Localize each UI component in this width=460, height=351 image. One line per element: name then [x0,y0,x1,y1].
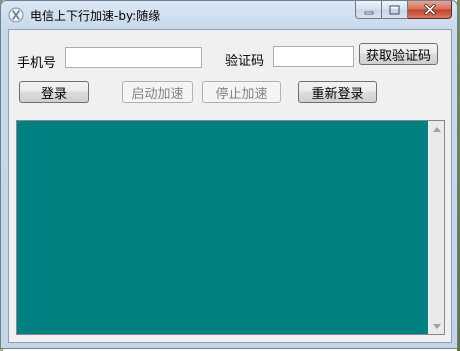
close-icon [423,0,436,19]
minimize-button[interactable] [355,1,382,19]
app-logo-icon [8,7,24,23]
relogin-button[interactable]: 重新登录 [298,81,377,103]
code-input[interactable] [273,46,354,67]
stop-accel-button[interactable]: 停止加速 [202,81,281,103]
log-area[interactable] [17,121,428,334]
phone-label: 手机号 [17,56,57,71]
vertical-scrollbar[interactable] [428,121,444,334]
get-code-button[interactable]: 获取验证码 [359,43,438,65]
title-bar[interactable]: 电信上下行加速-by:随缘 [1,1,457,29]
log-listbox[interactable] [16,120,445,335]
client-area: 手机号 验证码 获取验证码 登录 启动加速 停止加速 重新登录 [8,29,452,343]
maximize-button[interactable] [382,1,408,19]
caption-buttons [355,1,452,20]
desktop: 电信上下行加速-by:随缘 手机号 验证码 获取验证码 登录 启动加速 停止加速… [0,0,460,351]
login-button[interactable]: 登录 [19,81,89,103]
app-window: 电信上下行加速-by:随缘 手机号 验证码 获取验证码 登录 启动加速 停止加速… [0,0,458,349]
scroll-up-arrow-icon[interactable] [429,121,445,137]
window-title: 电信上下行加速-by:随缘 [30,9,161,23]
close-button[interactable] [408,1,452,19]
scroll-down-arrow-icon[interactable] [429,318,445,334]
minimize-icon [364,0,374,19]
start-accel-button[interactable]: 启动加速 [122,81,193,103]
code-label: 验证码 [225,54,265,69]
phone-input[interactable] [65,47,202,68]
maximize-icon [389,0,400,19]
